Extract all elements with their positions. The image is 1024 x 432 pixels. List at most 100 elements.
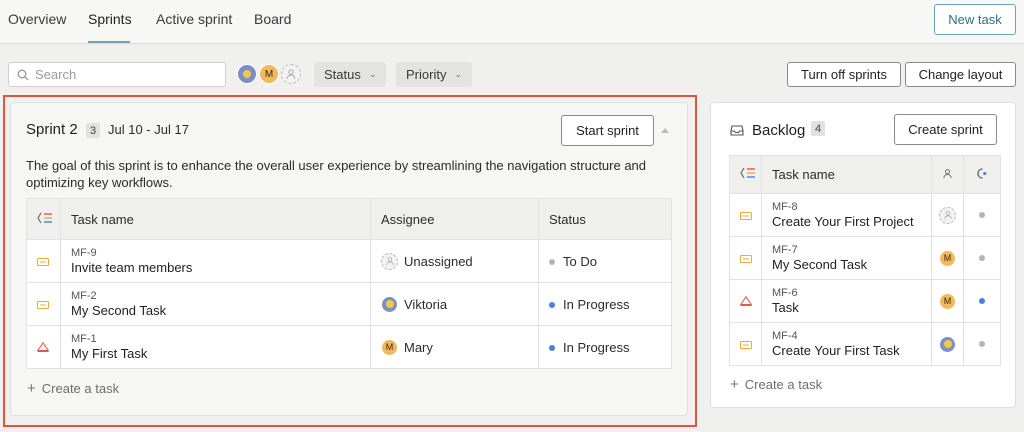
table-row[interactable]: MF-6 Task M <box>729 279 1001 323</box>
turn-off-sprints-button[interactable]: Turn off sprints <box>787 62 901 87</box>
status-cell[interactable]: To Do <box>538 239 672 283</box>
medium-priority-icon <box>37 257 49 266</box>
status-dot <box>979 255 985 261</box>
sprint-task-table: Task name Assignee Status MF-9 Invite te… <box>26 198 672 369</box>
user-icon <box>943 169 952 179</box>
top-nav: Overview Sprints Active sprint Board New… <box>0 0 1024 44</box>
mary-avatar: M <box>381 338 398 356</box>
table-row[interactable]: MF-1 My First Task M Mary In Progress <box>26 325 672 369</box>
assignee-cell[interactable] <box>931 322 964 366</box>
sprint-title: Sprint 2 <box>26 121 78 138</box>
assignee-cell[interactable]: M Mary <box>370 325 539 369</box>
task-cell[interactable]: MF-9 Invite team members <box>60 239 371 283</box>
unassigned-avatar <box>939 206 956 224</box>
backlog-task-table: Task name MF-8 Create Your First Project… <box>729 155 1001 366</box>
task-cell[interactable]: MF-2 My Second Task <box>60 282 371 326</box>
priority-column-header <box>26 198 61 240</box>
task-name: Invite team members <box>71 259 193 275</box>
status-cell[interactable] <box>963 322 1001 366</box>
search-icon <box>17 69 29 80</box>
status-cell[interactable] <box>963 193 1001 237</box>
start-sprint-button[interactable]: Start sprint <box>561 115 654 146</box>
priority-cell <box>729 279 762 323</box>
task-key: MF-8 <box>772 200 798 213</box>
task-cell[interactable]: MF-7 My Second Task <box>761 236 932 280</box>
tab-board[interactable]: Board <box>254 11 291 27</box>
task-key: MF-4 <box>772 329 798 342</box>
change-layout-button[interactable]: Change layout <box>905 62 1016 87</box>
sprint-dates: Jul 10 - Jul 17 <box>108 122 189 137</box>
unassigned-avatar <box>381 252 398 270</box>
search-input[interactable] <box>35 67 205 82</box>
status-text: To Do <box>563 253 597 269</box>
status-filter[interactable]: Status ⌄ <box>314 62 387 87</box>
priority-cell <box>729 193 762 237</box>
status-cell[interactable] <box>963 279 1001 323</box>
priority-filter[interactable]: Priority ⌄ <box>396 62 472 87</box>
avatar-mary[interactable]: M <box>259 64 279 84</box>
plus-icon: + <box>27 380 36 397</box>
new-task-button[interactable]: New task <box>934 4 1016 35</box>
assignee-name: Unassigned <box>404 253 473 269</box>
table-row[interactable]: MF-9 Invite team members Unassigned To D… <box>26 239 672 283</box>
collapse-caret-icon[interactable] <box>661 128 669 133</box>
user-icon <box>286 69 296 80</box>
table-row[interactable]: MF-7 My Second Task M <box>729 236 1001 280</box>
assignee-cell[interactable]: Viktoria <box>370 282 539 326</box>
priority-cell <box>26 325 61 369</box>
create-task-label: Create a task <box>744 377 823 392</box>
task-key: MF-6 <box>772 286 798 299</box>
status-dot <box>549 345 555 352</box>
tab-overview[interactable]: Overview <box>8 11 66 27</box>
status-column-header: Status <box>538 198 672 240</box>
sprint-count-badge: 3 <box>86 123 101 138</box>
chevron-down-icon: ⌄ <box>368 69 377 79</box>
assignee-cell[interactable]: M <box>931 279 964 323</box>
task-cell[interactable]: MF-1 My First Task <box>60 325 371 369</box>
status-cell[interactable]: In Progress <box>538 282 672 326</box>
status-text: In Progress <box>563 296 630 312</box>
search-field[interactable] <box>8 62 226 87</box>
task-name: Create Your First Task <box>772 342 900 358</box>
tab-sprints[interactable]: Sprints <box>88 11 132 27</box>
task-cell[interactable]: MF-4 Create Your First Task <box>761 322 932 366</box>
status-dot <box>549 259 555 266</box>
chevron-down-icon: ⌄ <box>454 69 462 79</box>
task-cell[interactable]: MF-8 Create Your First Project <box>761 193 932 237</box>
assignee-cell[interactable] <box>931 193 964 237</box>
status-dot <box>979 298 985 304</box>
task-name: My Second Task <box>71 302 167 318</box>
status-cell[interactable]: In Progress <box>538 325 672 369</box>
priority-column-header <box>729 155 762 194</box>
assignee-cell[interactable]: Unassigned <box>370 239 539 283</box>
backlog-create-task-button[interactable]: + Create a task <box>730 376 822 393</box>
task-name-column-header: Task name <box>761 155 932 194</box>
task-name: Create Your First Project <box>772 213 914 229</box>
mary-avatar: M <box>939 249 956 267</box>
table-row[interactable]: MF-8 Create Your First Project <box>729 193 1001 237</box>
status-dot <box>979 341 985 347</box>
create-sprint-button[interactable]: Create sprint <box>894 114 997 145</box>
task-name-column-header: Task name <box>60 198 371 240</box>
sprint-create-task-button[interactable]: + Create a task <box>27 380 119 397</box>
status-cell[interactable] <box>963 236 1001 280</box>
table-row[interactable]: MF-4 Create Your First Task <box>729 322 1001 366</box>
create-task-label: Create a task <box>41 381 120 396</box>
assignee-cell[interactable]: M <box>931 236 964 280</box>
task-key: MF-9 <box>71 246 97 259</box>
medium-priority-icon <box>37 300 49 309</box>
avatar-viktoria[interactable] <box>237 64 257 84</box>
plus-icon: + <box>730 376 739 393</box>
assignee-column-header <box>931 155 964 194</box>
user-icon <box>943 211 952 220</box>
priority-list-icon <box>740 167 755 179</box>
avatar-unassigned[interactable] <box>281 64 301 84</box>
tab-active-sprint[interactable]: Active sprint <box>156 11 232 27</box>
table-row[interactable]: MF-2 My Second Task Viktoria In Progress <box>26 282 672 326</box>
mary-avatar: M <box>939 292 956 310</box>
priority-cell <box>729 236 762 280</box>
task-cell[interactable]: MF-6 Task <box>761 279 932 323</box>
table-header-row: Task name Assignee Status <box>26 198 672 240</box>
assignee-column-header: Assignee <box>370 198 539 240</box>
viktoria-avatar <box>381 295 398 313</box>
